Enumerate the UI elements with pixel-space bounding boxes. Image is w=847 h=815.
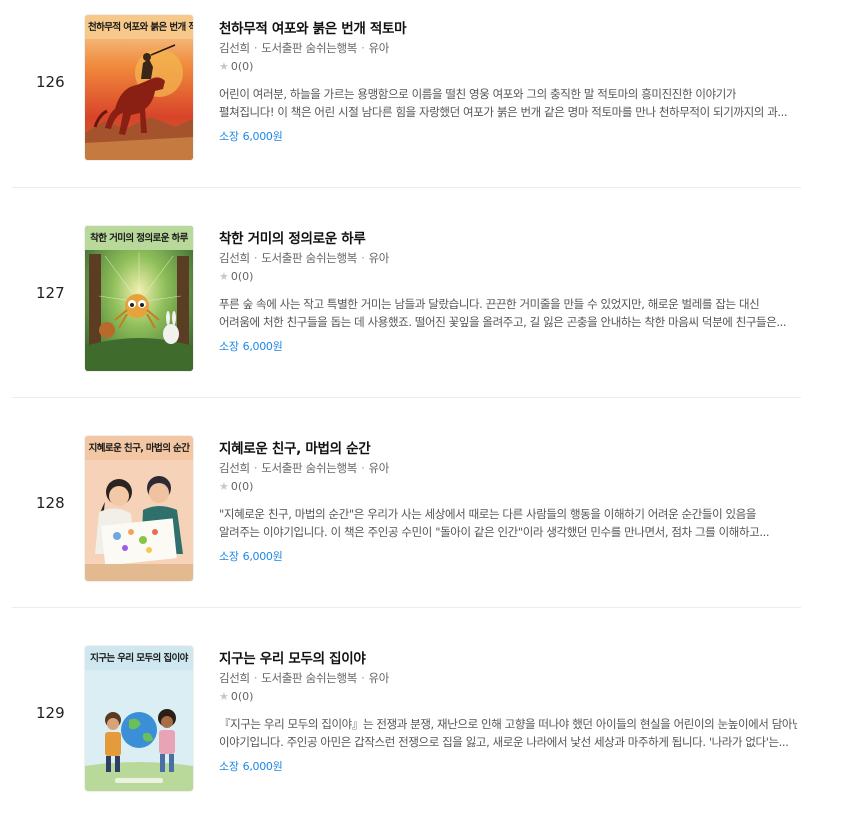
book-info: 천하무적 여포와 붉은 번개 적토마 김선희 · 도서출판 숨쉬는행복 · 유아 ★ 0(… (219, 20, 799, 144)
price: 소장 6,000원 (219, 550, 799, 564)
meta-separator: · (361, 461, 365, 475)
meta-separator: · (361, 671, 365, 685)
cover-title: 지혜로운 친구, 마법의 순간 (88, 443, 190, 454)
cover-title: 착한 거미의 정의로운 하루 (90, 233, 188, 244)
book-info: 지구는 우리 모두의 집이야 김선희 · 도서출판 숨쉬는행복 · 유아 ★ 0(0) 『… (219, 650, 799, 774)
category-link[interactable]: 유아 (368, 251, 389, 265)
book-cover[interactable]: 천하무적 여포와 붉은 번개 적토마 (85, 15, 193, 160)
cover-title: 천하무적 여포와 붉은 번개 적토마 (88, 22, 193, 33)
price: 소장 6,000원 (219, 760, 799, 774)
rank-number: 128 (36, 494, 65, 512)
meta-separator: · (361, 251, 365, 265)
rating: ★ 0(0) (219, 60, 799, 74)
rating-value: 0(0) (230, 690, 254, 703)
meta-separator: · (361, 41, 365, 55)
category-link[interactable]: 유아 (368, 461, 389, 475)
rank-number: 126 (36, 73, 65, 91)
book-title[interactable]: 천하무적 여포와 붉은 번개 적토마 (219, 20, 799, 38)
list-item[interactable]: 128 지혜로운 친구, 마법의 순간 지혜로운 친구, 마법의 순간 김선희 … (12, 420, 801, 630)
price-value: 6,000원 (242, 130, 283, 143)
cover-illustration (85, 436, 193, 581)
rank-number: 129 (36, 704, 65, 722)
star-icon: ★ (219, 270, 229, 283)
book-title[interactable]: 지혜로운 친구, 마법의 순간 (219, 440, 799, 458)
author-link[interactable]: 김선희 (219, 251, 250, 265)
cover-illustration (85, 226, 193, 371)
cover-illustration (85, 15, 193, 160)
list-item[interactable]: 129 지구는 우리 모두의 집이야 지구는 우리 모두의 집이야 김선희 · … (12, 630, 801, 815)
book-title[interactable]: 지구는 우리 모두의 집이야 (219, 650, 799, 668)
rating-value: 0(0) (230, 60, 254, 73)
book-description[interactable]: 푸른 숲 속에 사는 작고 특별한 거미는 남들과 달랐습니다. 끈끈한 거미줄… (219, 295, 797, 331)
description-line: 어려움에 처한 친구들을 돕는 데 사용했죠. 떨어진 꽃잎을 올려주고, 길 … (219, 315, 787, 329)
book-info: 지혜로운 친구, 마법의 순간 김선희 · 도서출판 숨쉬는행복 · 유아 ★ 0(0) … (219, 440, 799, 564)
book-title[interactable]: 착한 거미의 정의로운 하루 (219, 230, 799, 248)
star-icon: ★ (219, 60, 229, 73)
cover-illustration (85, 646, 193, 791)
meta-separator: · (253, 41, 258, 55)
book-cover[interactable]: 지혜로운 친구, 마법의 순간 (85, 436, 193, 581)
price: 소장 6,000원 (219, 130, 799, 144)
author-link[interactable]: 김선희 (219, 671, 250, 685)
publisher-link[interactable]: 도서출판 숨쉬는행복 (261, 461, 357, 475)
book-description[interactable]: 『지구는 우리 모두의 집이야』는 전쟁과 분쟁, 재난으로 인해 고향을 떠나… (219, 715, 797, 751)
divider (12, 397, 801, 398)
rating: ★ 0(0) (219, 690, 799, 704)
rating: ★ 0(0) (219, 270, 799, 284)
book-cover[interactable]: 지구는 우리 모두의 집이야 (85, 646, 193, 791)
book-meta: 김선희 · 도서출판 숨쉬는행복 · 유아 (219, 671, 799, 686)
book-description[interactable]: 어린이 여러분, 하늘을 가르는 용맹함으로 이름을 떨친 영웅 여포와 그의 … (219, 85, 797, 121)
book-cover[interactable]: 착한 거미의 정의로운 하루 (85, 226, 193, 371)
description-line: 푸른 숲 속에 사는 작고 특별한 거미는 남들과 달랐습니다. 끈끈한 거미줄… (219, 297, 760, 311)
rating-value: 0(0) (230, 480, 254, 493)
price-value: 6,000원 (242, 550, 283, 563)
price-label: 소장 (219, 550, 239, 563)
price-label: 소장 (219, 340, 239, 353)
publisher-link[interactable]: 도서출판 숨쉬는행복 (261, 41, 357, 55)
book-meta: 김선희 · 도서출판 숨쉬는행복 · 유아 (219, 41, 799, 56)
divider (12, 607, 801, 608)
description-line: "지혜로운 친구, 마법의 순간"은 우리가 사는 세상에서 때로는 다른 사람… (219, 507, 757, 521)
price-label: 소장 (219, 760, 239, 773)
book-info: 착한 거미의 정의로운 하루 김선희 · 도서출판 숨쉬는행복 · 유아 ★ 0(0) 푸… (219, 230, 799, 354)
category-link[interactable]: 유아 (368, 671, 389, 685)
price-value: 6,000원 (242, 760, 283, 773)
rank-number: 127 (36, 284, 65, 302)
star-icon: ★ (219, 480, 229, 493)
meta-separator: · (253, 461, 258, 475)
price-value: 6,000원 (242, 340, 283, 353)
meta-separator: · (253, 251, 258, 265)
description-line: 어린이 여러분, 하늘을 가르는 용맹함으로 이름을 떨친 영웅 여포와 그의 … (219, 87, 737, 101)
cover-title: 지구는 우리 모두의 집이야 (90, 653, 188, 664)
divider (12, 187, 801, 188)
price-label: 소장 (219, 130, 239, 143)
book-meta: 김선희 · 도서출판 숨쉬는행복 · 유아 (219, 461, 799, 476)
author-link[interactable]: 김선희 (219, 461, 250, 475)
description-line: 이야기입니다. 주인공 아민은 갑작스런 전쟁으로 집을 잃고, 새로운 나라에… (219, 735, 789, 749)
category-link[interactable]: 유아 (368, 41, 389, 55)
rating-value: 0(0) (230, 270, 254, 283)
meta-separator: · (253, 671, 258, 685)
description-line: 알려주는 이야기입니다. 이 책은 주인공 수민이 "돌아이 같은 인간"이라 … (219, 525, 770, 539)
book-meta: 김선희 · 도서출판 숨쉬는행복 · 유아 (219, 251, 799, 266)
author-link[interactable]: 김선희 (219, 41, 250, 55)
publisher-link[interactable]: 도서출판 숨쉬는행복 (261, 671, 357, 685)
rating: ★ 0(0) (219, 480, 799, 494)
description-line: 펼쳐집니다! 이 책은 어린 시절 남다른 힘을 자랑했던 여포가 붉은 번개 … (219, 105, 788, 119)
book-description[interactable]: "지혜로운 친구, 마법의 순간"은 우리가 사는 세상에서 때로는 다른 사람… (219, 505, 797, 541)
publisher-link[interactable]: 도서출판 숨쉬는행복 (261, 251, 357, 265)
description-line: 『지구는 우리 모두의 집이야』는 전쟁과 분쟁, 재난으로 인해 고향을 떠나… (219, 717, 797, 731)
list-item[interactable]: 127 착한 거미의 정의로운 하루 착한 거미의 정의로운 하루 김선희 · … (12, 210, 801, 420)
list-item[interactable]: 126 천하무적 여포와 붉은 번개 천하무적 여포와 붉은 번개 적토마 김선… (12, 0, 801, 210)
star-icon: ★ (219, 690, 229, 703)
price: 소장 6,000원 (219, 340, 799, 354)
